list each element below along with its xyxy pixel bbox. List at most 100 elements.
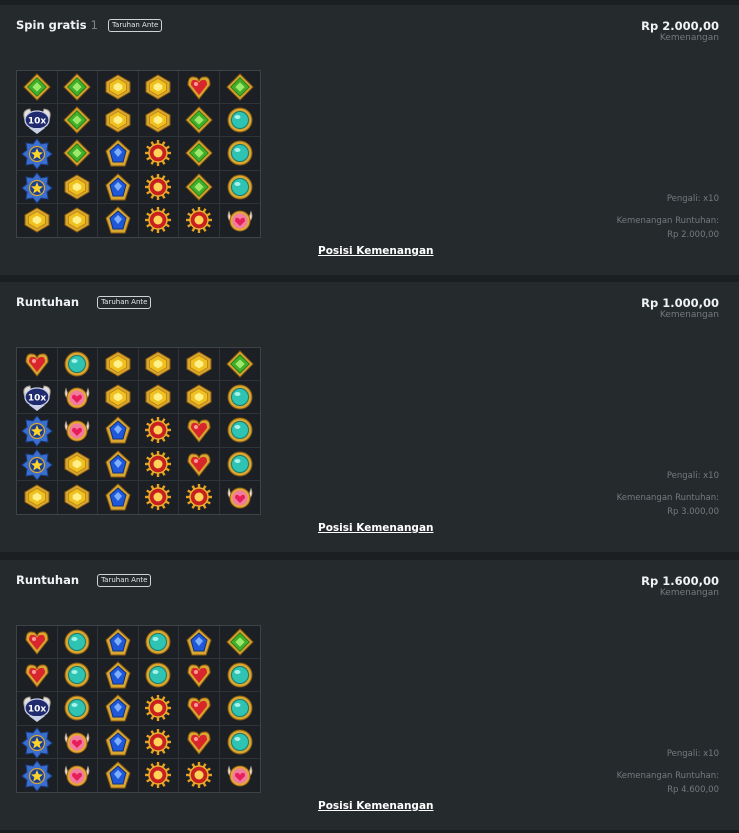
reel-cell [58, 480, 98, 514]
reel-cell [179, 659, 220, 693]
blue-gem-icon [105, 416, 131, 444]
spin-panel-3: Runtuhan Taruhan Ante Rp 1.600,00 Kemena… [0, 560, 739, 830]
reel-cell [139, 758, 179, 792]
ante-bet-badge: Taruhan Ante [97, 573, 152, 587]
red-gem-icon [187, 697, 211, 722]
reel-cell [179, 447, 220, 481]
reel-cell [138, 725, 179, 759]
reel-cell [179, 203, 220, 237]
reel-cell [98, 71, 139, 105]
winged-heart-icon [227, 210, 253, 232]
reel-cell [57, 659, 98, 693]
yellow-gem-icon [105, 351, 131, 377]
red-gem-icon [25, 631, 49, 655]
multiplier-value: 10x [28, 394, 47, 404]
blue-gem-icon [105, 661, 131, 689]
green-gem-icon [63, 106, 91, 134]
yellow-gem-icon [105, 74, 131, 100]
reel-cell [57, 137, 98, 171]
reel-cell [98, 348, 139, 382]
reel-cell [98, 104, 139, 138]
multiplier-orb-icon: 10x [23, 385, 51, 412]
blue-gem-icon [105, 173, 131, 201]
sun-medallion-icon [185, 207, 212, 234]
yellow-gem-icon [186, 384, 212, 410]
reel-cell [57, 725, 98, 759]
yellow-gem-icon [145, 351, 171, 377]
reel-cell [98, 447, 139, 481]
green-gem-icon [226, 628, 254, 656]
sun-medallion-icon [145, 695, 172, 722]
reel-cell [138, 137, 179, 171]
winged-heart-icon [64, 765, 90, 787]
teal-gem-icon [227, 662, 253, 688]
winning-positions-link[interactable]: Posisi Kemenangan [318, 245, 434, 257]
reel-cell [98, 137, 139, 171]
reel-cell [138, 381, 179, 415]
reel-cell [57, 104, 98, 138]
sun-medallion-icon [145, 207, 172, 234]
cascade-win-value: Rp 3.000,00 [667, 507, 719, 517]
reel-cell [219, 414, 260, 448]
winged-heart-icon [64, 420, 90, 442]
sun-medallion-icon [185, 762, 212, 789]
reel-cell [57, 381, 98, 415]
blue-gem-icon [105, 483, 131, 511]
winning-positions-link[interactable]: Posisi Kemenangan [318, 800, 434, 812]
panel-title-row: Spin gratis 1 Taruhan Ante [16, 18, 163, 32]
red-gem-icon [25, 664, 49, 689]
star-medallion-icon [20, 171, 53, 204]
reel-cell [17, 137, 58, 171]
green-gem-icon [185, 106, 213, 134]
teal-gem-icon [227, 174, 253, 200]
reel-cell [138, 447, 179, 481]
green-gem-icon [185, 172, 213, 201]
blue-gem-icon [105, 450, 131, 478]
multiplier-text: Pengali: x10 [666, 194, 719, 204]
reel-cell [138, 659, 179, 693]
yellow-gem-icon [64, 207, 90, 233]
spin-panel-1: Spin gratis 1 Taruhan Ante Rp 2.000,00 K… [0, 5, 739, 275]
sun-medallion-icon [145, 728, 172, 755]
reel-cell [219, 104, 260, 138]
ante-bet-badge: Taruhan Ante [97, 295, 152, 309]
multiplier-orb-icon: 10x [23, 108, 51, 135]
reel-cell [219, 137, 260, 171]
reel-cell [179, 348, 220, 382]
reel-cell [138, 170, 179, 204]
reel-cell [98, 480, 139, 514]
reel-cell [98, 381, 139, 415]
sun-medallion-icon [145, 140, 172, 167]
reel-cell [179, 137, 220, 171]
winning-positions-link[interactable]: Posisi Kemenangan [318, 522, 434, 534]
win-amount: Rp 2.000,00 [641, 19, 719, 33]
win-amount-label: Kemenangan [659, 33, 719, 43]
reel-cell [17, 725, 58, 759]
reel-cell [17, 447, 58, 481]
reel-cell [98, 692, 139, 726]
reel-cell [57, 447, 98, 481]
panel-title: Spin gratis [16, 18, 87, 32]
reel-cell [219, 448, 260, 481]
reel-cell [98, 203, 139, 237]
reel-cell [138, 414, 179, 448]
yellow-gem-icon [145, 74, 171, 100]
reel-cell [138, 71, 179, 105]
reel-cell: 10x [17, 104, 58, 138]
multiplier-value: 10x [28, 117, 47, 127]
reel-grid: 10x [16, 625, 261, 793]
red-gem-icon [187, 453, 211, 477]
yellow-gem-icon [64, 174, 90, 200]
teal-gem-icon [227, 140, 253, 166]
reel-cell [219, 381, 260, 415]
multiplier-orb-icon: 10x [23, 696, 51, 723]
reel-cell [138, 104, 179, 138]
cascade-win-value: Rp 2.000,00 [667, 230, 719, 240]
green-gem-icon [226, 73, 254, 101]
winged-heart-icon [64, 732, 90, 754]
teal-gem-icon [64, 629, 90, 655]
reel-cell [98, 758, 139, 792]
reel-cell [219, 726, 260, 759]
reel-cell [139, 203, 179, 237]
reel-cell [17, 170, 58, 204]
